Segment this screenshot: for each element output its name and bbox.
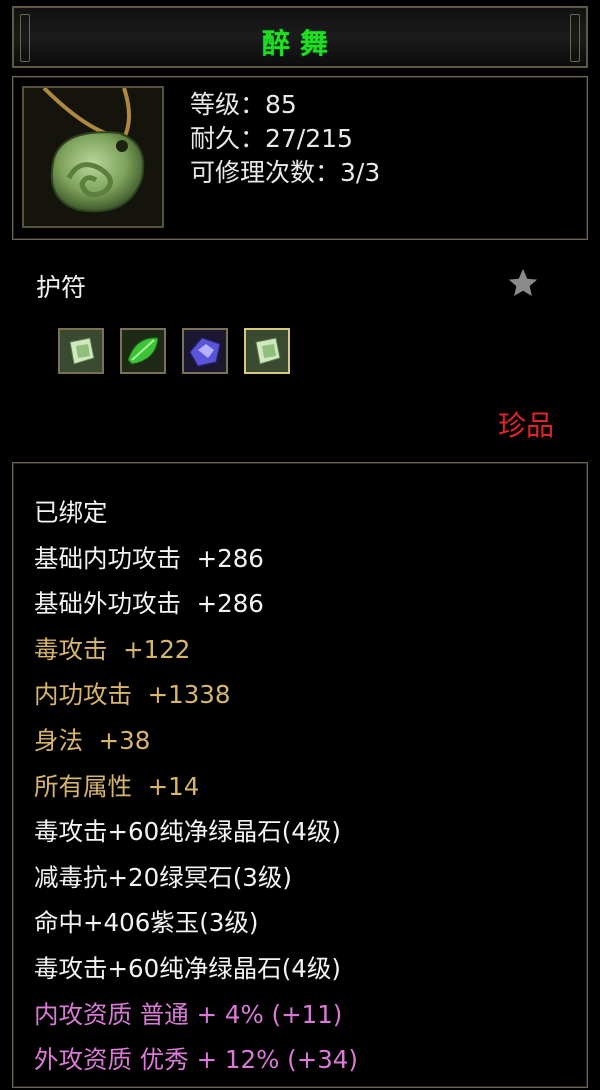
attribute-line: 已绑定 bbox=[34, 498, 108, 527]
attribute-line: 所有属性 +14 bbox=[34, 771, 200, 801]
item-repair-count: 可修理次数：3/3 bbox=[190, 158, 381, 187]
jade-amulet-icon bbox=[24, 88, 162, 226]
attribute-line: 减毒抗+20绿冥石(3级) bbox=[34, 862, 292, 892]
rarity-label: 珍品 bbox=[497, 409, 554, 442]
attribute-line: 身法 +38 bbox=[34, 725, 151, 755]
attribute-line: 内攻资质 普通 + 4% (+11) bbox=[34, 999, 343, 1029]
item-name: 醉舞 bbox=[261, 27, 338, 60]
green-leaf-gem-icon bbox=[122, 330, 164, 372]
purple-jade-gem-icon bbox=[184, 330, 226, 372]
attribute-line: 命中+406紫玉(3级) bbox=[34, 908, 259, 938]
item-durability: 耐久：27/215 bbox=[190, 124, 353, 153]
attribute-list: 已绑定基础内功攻击 +286 基础外功攻击 +286 毒攻击 +122 内功攻击 +1… bbox=[34, 490, 358, 1083]
attribute-line: 毒攻击 +122 bbox=[34, 634, 191, 664]
green-crystal-gem-icon bbox=[246, 330, 288, 372]
item-level: 等级：85 bbox=[190, 90, 297, 119]
gem-slot-1[interactable] bbox=[58, 328, 104, 374]
star-icon bbox=[508, 268, 538, 297]
attribute-line: 基础内功攻击 +286 bbox=[34, 543, 264, 573]
attribute-line: 内功攻击 +1338 bbox=[34, 680, 231, 710]
item-icon bbox=[22, 86, 164, 228]
item-type: 护符 bbox=[36, 273, 87, 302]
tooltip-title-bar: 醉舞 bbox=[12, 6, 588, 68]
attribute-line: 基础外功攻击 +286 bbox=[34, 589, 264, 619]
gem-slot-2[interactable] bbox=[120, 328, 166, 374]
attribute-line: 毒攻击+60纯净绿晶石(4级) bbox=[34, 817, 341, 847]
item-stats: 等级：85 耐久：27/215 可修理次数：3/3 bbox=[190, 88, 380, 190]
attribute-line: 毒攻击+60纯净绿晶石(4级) bbox=[34, 953, 341, 983]
green-crystal-gem-icon bbox=[60, 330, 102, 372]
gem-slot-3[interactable] bbox=[182, 328, 228, 374]
gem-slot-4[interactable] bbox=[244, 328, 290, 374]
attribute-line: 外攻资质 优秀 + 12% (+34) bbox=[34, 1045, 358, 1075]
